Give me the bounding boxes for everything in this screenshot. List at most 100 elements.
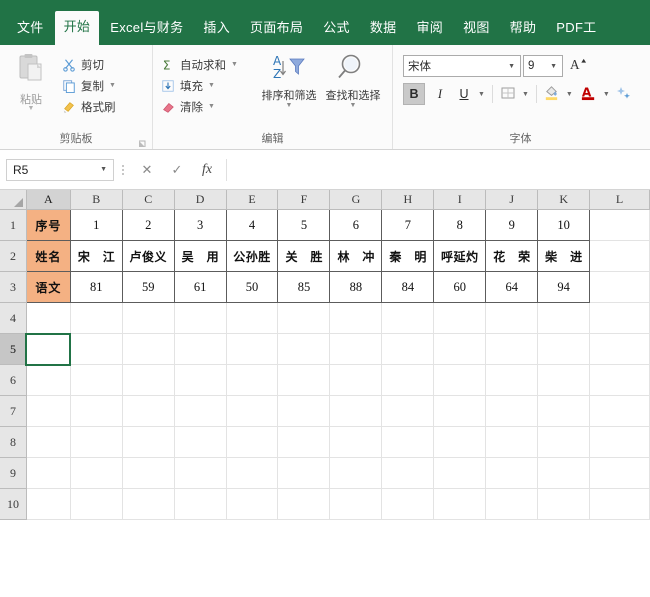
cell-e2[interactable]: 公孙胜: [225, 240, 279, 272]
formula-bar-grip[interactable]: [116, 164, 130, 176]
cell-j1[interactable]: 9: [485, 209, 539, 241]
font-color-button[interactable]: A: [578, 83, 600, 105]
cell-a10[interactable]: [26, 488, 71, 520]
tab-help[interactable]: 帮助: [501, 12, 546, 45]
cell-l8[interactable]: [589, 426, 650, 458]
cell-f9[interactable]: [277, 457, 331, 489]
cell-h9[interactable]: [381, 457, 435, 489]
cell-h7[interactable]: [381, 395, 435, 427]
row-header-3[interactable]: 3: [0, 271, 27, 303]
cell-j3[interactable]: 64: [485, 271, 539, 303]
font-name-combobox[interactable]: 宋体 ▼: [403, 55, 521, 77]
cell-g6[interactable]: [329, 364, 383, 396]
sort-filter-caret-icon[interactable]: ▼: [286, 102, 293, 109]
cell-a3[interactable]: 语文: [25, 271, 71, 303]
cell-g4[interactable]: [329, 302, 383, 334]
row-header-5[interactable]: 5: [0, 333, 27, 365]
cell-c9[interactable]: [122, 457, 175, 489]
cell-a9[interactable]: [26, 457, 71, 489]
cell-c6[interactable]: [122, 364, 175, 396]
cell-a7[interactable]: [26, 395, 71, 427]
cell-i3[interactable]: 60: [433, 271, 487, 303]
cell-l6[interactable]: [589, 364, 650, 396]
cell-i5[interactable]: [433, 333, 487, 365]
column-header-e[interactable]: E: [226, 190, 279, 210]
tab-data[interactable]: 数据: [361, 12, 406, 45]
column-header-d[interactable]: D: [174, 190, 227, 210]
cell-k9[interactable]: [537, 457, 591, 489]
column-header-b[interactable]: B: [70, 190, 123, 210]
cell-l10[interactable]: [589, 488, 650, 520]
cell-k1[interactable]: 10: [537, 209, 591, 241]
cell-g9[interactable]: [329, 457, 383, 489]
cell-h1[interactable]: 7: [381, 209, 435, 241]
name-box-caret-icon[interactable]: ▼: [100, 166, 113, 173]
name-box[interactable]: R5 ▼: [6, 158, 114, 181]
cell-b10[interactable]: [70, 488, 123, 520]
cell-l5[interactable]: [589, 333, 650, 365]
formula-input[interactable]: [226, 158, 644, 181]
cell-f10[interactable]: [277, 488, 331, 520]
cell-d3[interactable]: 61: [173, 271, 227, 303]
cell-c10[interactable]: [122, 488, 175, 520]
cell-c7[interactable]: [122, 395, 175, 427]
cell-g5[interactable]: [329, 333, 383, 365]
font-effects-button[interactable]: [613, 83, 635, 105]
cell-e1[interactable]: 4: [225, 209, 279, 241]
cell-f2[interactable]: 关胜: [277, 240, 331, 272]
cell-b7[interactable]: [70, 395, 123, 427]
cell-d6[interactable]: [174, 364, 227, 396]
cell-i4[interactable]: [433, 302, 487, 334]
borders-button[interactable]: [497, 83, 519, 105]
cell-e8[interactable]: [226, 426, 279, 458]
confirm-icon[interactable]: ✓: [162, 159, 192, 181]
cell-k10[interactable]: [537, 488, 591, 520]
find-select-button[interactable]: 查找和选择 ▼: [321, 50, 385, 109]
cell-k6[interactable]: [537, 364, 591, 396]
sort-filter-button[interactable]: A Z 排序和筛选 ▼: [257, 50, 321, 109]
cell-c4[interactable]: [122, 302, 175, 334]
cell-h2[interactable]: 秦明: [381, 240, 435, 272]
clipboard-dialog-launcher-icon[interactable]: [138, 139, 147, 148]
font-color-caret-icon[interactable]: ▼: [600, 83, 613, 105]
cell-b9[interactable]: [70, 457, 123, 489]
cell-k4[interactable]: [537, 302, 591, 334]
row-header-8[interactable]: 8: [0, 426, 27, 458]
cell-g3[interactable]: 88: [329, 271, 383, 303]
cell-g2[interactable]: 林冲: [329, 240, 383, 272]
cell-l3[interactable]: [589, 271, 650, 303]
font-size-caret-icon[interactable]: ▼: [546, 63, 562, 70]
tab-home[interactable]: 开始: [54, 11, 100, 45]
cell-e7[interactable]: [226, 395, 279, 427]
cell-g8[interactable]: [329, 426, 383, 458]
cell-c8[interactable]: [122, 426, 175, 458]
column-header-c[interactable]: C: [122, 190, 175, 210]
cell-e10[interactable]: [226, 488, 279, 520]
tab-insert[interactable]: 插入: [194, 12, 239, 45]
cell-h3[interactable]: 84: [381, 271, 435, 303]
cell-f3[interactable]: 85: [277, 271, 331, 303]
cell-j8[interactable]: [485, 426, 539, 458]
cell-l4[interactable]: [589, 302, 650, 334]
cell-d7[interactable]: [174, 395, 227, 427]
row-header-6[interactable]: 6: [0, 364, 27, 396]
cell-k8[interactable]: [537, 426, 591, 458]
cell-e9[interactable]: [226, 457, 279, 489]
cell-e3[interactable]: 50: [225, 271, 279, 303]
cell-a5[interactable]: [25, 332, 72, 366]
cell-e4[interactable]: [226, 302, 279, 334]
cell-e5[interactable]: [226, 333, 279, 365]
cell-d4[interactable]: [174, 302, 227, 334]
cell-b4[interactable]: [70, 302, 123, 334]
column-header-a[interactable]: A: [26, 190, 71, 210]
cell-b8[interactable]: [70, 426, 123, 458]
cell-f7[interactable]: [277, 395, 331, 427]
fill-button[interactable]: 填充 ▼: [157, 75, 257, 96]
autosum-caret-icon[interactable]: ▼: [231, 61, 238, 68]
cell-c2[interactable]: 卢俊义: [121, 240, 175, 272]
cell-b1[interactable]: 1: [69, 209, 123, 241]
cell-c5[interactable]: [122, 333, 175, 365]
column-header-l[interactable]: L: [589, 190, 650, 210]
paste-caret-icon[interactable]: ▼: [28, 105, 35, 112]
select-all-corner[interactable]: [0, 190, 27, 210]
